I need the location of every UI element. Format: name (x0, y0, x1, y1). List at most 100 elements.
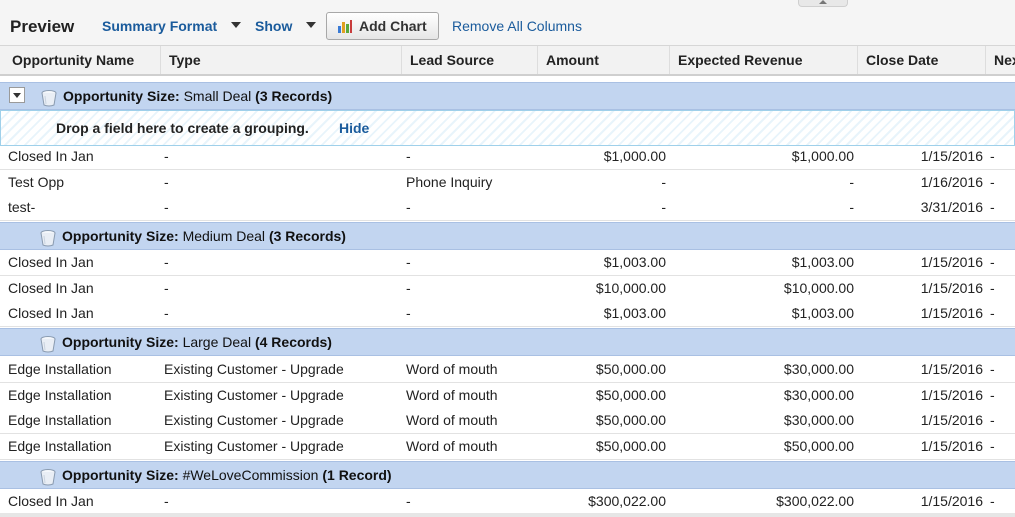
table-row: Edge Installation Existing Customer - Upg… (0, 408, 1015, 435)
table-cell: $1,003.00 (603, 254, 666, 270)
table-cell: 1/15/2016 (920, 493, 983, 509)
table-cell: 1/15/2016 (920, 279, 983, 296)
table-cell: - (406, 279, 411, 296)
table-cell: $50,000.00 (595, 361, 666, 377)
group-value: Medium Deal (182, 228, 269, 244)
table-cell: - (661, 199, 666, 216)
table-cell: - (164, 173, 169, 190)
table-cell: - (164, 148, 169, 164)
chevron-down-icon[interactable] (230, 20, 241, 30)
table-cell: Closed In Jan (8, 493, 94, 509)
collapse-toggle-icon[interactable] (9, 87, 25, 103)
group-value: Large Deal (182, 334, 255, 350)
table-row: Closed In Jan - - $1,000.00 $1,000.00 1/15/20… (0, 144, 1015, 170)
table-cell: - (990, 173, 995, 190)
table-row: Edge Installation Existing Customer - Upg… (0, 357, 1015, 383)
table-cell: Word of mouth (406, 438, 498, 455)
table-cell: - (164, 254, 169, 270)
group-value: Small Deal (183, 88, 256, 104)
table-cell: $10,000.00 (783, 279, 854, 296)
table-cell: Existing Customer - Upgrade (164, 438, 344, 455)
table-cell: Edge Installation (8, 361, 112, 377)
table-cell: 1/15/2016 (920, 305, 983, 322)
table-cell: - (990, 412, 995, 429)
column-header[interactable]: Lead Source (401, 46, 536, 74)
bucket-icon (40, 469, 56, 486)
group-label: Opportunity Size: Medium Deal (3 Records… (62, 228, 346, 244)
column-header[interactable]: Opportunity Name (4, 46, 159, 74)
table-cell: 1/16/2016 (920, 173, 983, 190)
table-cell: - (164, 199, 169, 216)
table-cell: Phone Inquiry (406, 173, 493, 190)
add-chart-button[interactable]: Add Chart (326, 12, 439, 40)
table-row: Edge Installation Existing Customer - Upg… (0, 382, 1015, 409)
table-cell: Edge Installation (8, 412, 112, 429)
table-cell: - (849, 173, 854, 190)
table-cell: - (990, 438, 995, 455)
table-cell: Word of mouth (406, 412, 498, 429)
drop-zone-text: Drop a field here to create a grouping. (56, 120, 309, 136)
table-cell: $50,000.00 (783, 438, 854, 455)
group-record-count: (4 Records) (254, 334, 332, 350)
column-header[interactable]: Type (160, 46, 400, 74)
table-row: Closed In Jan - - $300,022.00 $300,022.00 1/1… (0, 489, 1015, 515)
table-cell: - (661, 173, 666, 190)
group-label: Opportunity Size: Large Deal (4 Records) (62, 334, 332, 350)
chevron-down-icon[interactable] (305, 20, 316, 30)
group-record-count: (3 Records) (255, 88, 333, 104)
table-cell: Closed In Jan (8, 305, 94, 322)
table-cell: $1,003.00 (603, 305, 666, 322)
table-cell: Closed In Jan (8, 279, 94, 296)
table-cell: Existing Customer - Upgrade (164, 412, 344, 429)
show-dropdown[interactable]: Show (255, 18, 292, 34)
table-cell: - (990, 361, 995, 377)
collapse-panel-handle[interactable] (798, 0, 848, 7)
table-cell: $300,022.00 (588, 493, 666, 509)
table-row: Closed In Jan - - $1,003.00 $1,003.00 1/15/20… (0, 301, 1015, 328)
table-cell: 1/15/2016 (920, 148, 983, 164)
table-row: test- - - - -3/31/2016- (0, 195, 1015, 222)
table-row: Test Opp - Phone Inquiry - -1/16/2016- (0, 169, 1015, 196)
table-cell: - (990, 493, 995, 509)
table-cell: 1/15/2016 (920, 361, 983, 377)
table-cell: $50,000.00 (595, 412, 666, 429)
table-cell: - (406, 254, 411, 270)
hide-drop-zone-link[interactable]: Hide (339, 120, 369, 136)
table-row: Closed In Jan - - $1,003.00 $1,003.00 1/15/20… (0, 250, 1015, 276)
table-cell: Existing Customer - Upgrade (164, 361, 344, 377)
group-label: Opportunity Size: Small Deal (3 Records) (63, 88, 332, 104)
table-cell: $30,000.00 (783, 361, 854, 377)
table-cell: - (406, 199, 411, 216)
table-cell: Existing Customer - Upgrade (164, 386, 344, 403)
bucket-icon (40, 336, 56, 353)
column-header[interactable]: Close Date (857, 46, 985, 74)
table-row: Closed In Jan - - $10,000.00 $10,000.00 1/15/… (0, 275, 1015, 302)
horizontal-scrollbar[interactable] (0, 513, 1015, 517)
column-header[interactable]: Amount (537, 46, 668, 74)
table-cell: Closed In Jan (8, 148, 94, 164)
group-header-row: Opportunity Size: Medium Deal (3 Records… (0, 222, 1015, 250)
bucket-icon (41, 90, 57, 107)
table-cell: 1/15/2016 (920, 438, 983, 455)
table-cell: 1/15/2016 (920, 254, 983, 270)
group-label: Opportunity Size: #WeLoveCommission (1 R… (62, 467, 392, 483)
table-cell: - (990, 386, 995, 403)
table-cell: $30,000.00 (783, 386, 854, 403)
grouping-drop-zone[interactable]: Drop a field here to create a grouping. H… (0, 110, 1015, 146)
table-cell: $30,000.00 (783, 412, 854, 429)
column-header[interactable]: Nex (985, 46, 1015, 74)
bar-chart-icon (338, 20, 352, 33)
table-cell: - (164, 493, 169, 509)
summary-format-dropdown[interactable]: Summary Format (102, 18, 217, 34)
table-cell: - (990, 305, 995, 322)
group-value: #WeLoveCommission (182, 467, 323, 483)
bucket-icon (40, 230, 56, 247)
column-header[interactable]: Expected Revenue (669, 46, 857, 74)
group-field-name: Opportunity Size: (62, 228, 183, 244)
table-cell: Edge Installation (8, 438, 112, 455)
group-record-count: (3 Records) (268, 228, 346, 244)
table-cell: Edge Installation (8, 386, 112, 403)
report-toolbar: Preview Summary Format Show Add Chart Re… (0, 0, 1015, 46)
remove-all-columns-link[interactable]: Remove All Columns (452, 18, 582, 34)
group-field-name: Opportunity Size: (62, 334, 183, 350)
